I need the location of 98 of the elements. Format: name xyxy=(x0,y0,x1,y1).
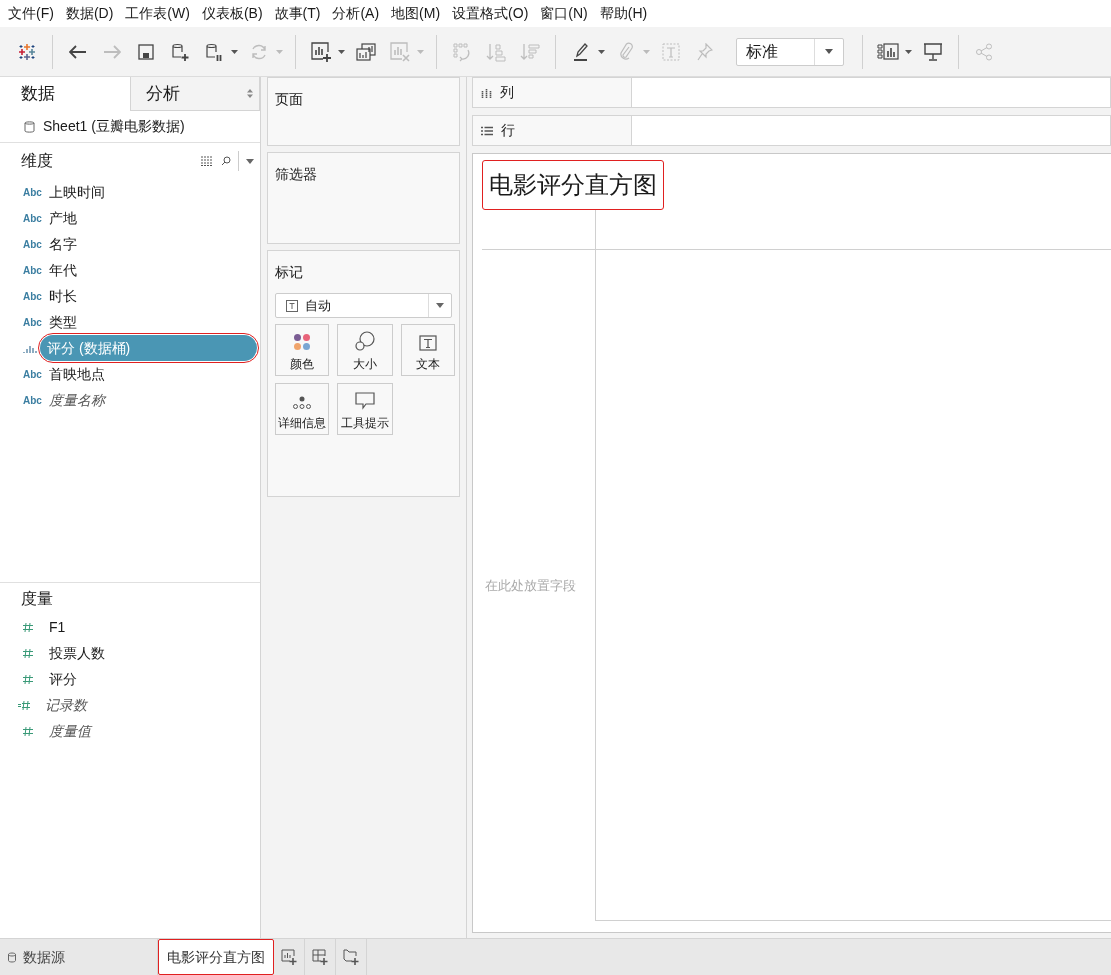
field-item[interactable]: 首映地点 xyxy=(49,363,105,385)
caret-icon xyxy=(825,49,833,54)
string-type-label: Abc xyxy=(23,393,43,408)
clear-chart-icon xyxy=(390,41,410,62)
logo-icon xyxy=(17,41,37,62)
field-item[interactable]: 类型 xyxy=(49,311,77,333)
size-circles-icon xyxy=(355,331,375,351)
paperclip-icon xyxy=(619,41,633,62)
rows-icon xyxy=(481,125,493,136)
menu-item[interactable]: 数据(D) xyxy=(59,3,120,24)
refresh-icon xyxy=(250,42,268,61)
menu-item[interactable]: 帮助(H) xyxy=(593,3,654,24)
show-me-icon xyxy=(877,42,899,61)
mark-property-button[interactable]: 详细信息 xyxy=(275,383,329,435)
drop-hint: 在此处放置字段 xyxy=(485,576,576,595)
field-item[interactable]: 年代 xyxy=(49,259,77,281)
data-source-name[interactable]: Sheet1 (豆瓣电影数据) xyxy=(43,116,185,137)
caret-icon[interactable] xyxy=(338,49,345,54)
search-icon[interactable] xyxy=(221,156,231,166)
duplicate-chart-icon xyxy=(356,42,376,61)
new-chart-icon xyxy=(311,41,331,62)
new-dashboard-icon xyxy=(312,949,328,965)
field-item[interactable]: F1 xyxy=(49,616,66,638)
string-type-label: Abc xyxy=(23,315,43,330)
string-type-label: Abc xyxy=(23,289,43,304)
field-item[interactable]: 名字 xyxy=(49,233,77,255)
back-arrow-icon xyxy=(69,44,87,59)
caret-icon[interactable] xyxy=(246,158,254,164)
string-type-label: Abc xyxy=(23,185,43,200)
menu-item[interactable]: 仪表板(B) xyxy=(195,3,269,24)
database-icon xyxy=(8,951,16,963)
pause-database-icon xyxy=(205,41,223,62)
text-mark-icon xyxy=(286,299,298,312)
text-box-icon xyxy=(662,42,680,61)
number-icon xyxy=(22,621,34,633)
card-title: 页面 xyxy=(275,91,303,107)
forward-arrow-icon xyxy=(103,44,121,59)
new-worksheet-icon xyxy=(281,949,297,965)
menu-item[interactable]: 故事(T) xyxy=(268,3,327,24)
field-item[interactable]: 上映时间 xyxy=(49,181,105,203)
caret-icon[interactable] xyxy=(231,49,238,54)
field-item[interactable]: 度量值 xyxy=(49,720,91,742)
shelf-label: 列 xyxy=(472,77,632,108)
section-title: 维度 xyxy=(21,151,54,171)
number-icon xyxy=(22,725,34,737)
section-title: 度量 xyxy=(21,589,53,609)
fit-dropdown[interactable]: 标准 xyxy=(736,37,844,66)
menu-item[interactable]: 窗口(N) xyxy=(534,3,594,24)
menu-item[interactable]: 设置格式(O) xyxy=(446,3,535,24)
speech-bubble-icon xyxy=(355,392,375,410)
caret-icon xyxy=(436,303,444,308)
sort-ascending-icon xyxy=(486,41,506,62)
string-type-label: Abc xyxy=(23,237,43,252)
menu-item[interactable]: 工作表(W) xyxy=(119,3,196,24)
field-item[interactable]: 时长 xyxy=(49,285,77,307)
mark-property-button[interactable]: 大小 xyxy=(337,324,393,376)
save-icon xyxy=(138,43,154,60)
text-mark-icon xyxy=(419,335,437,351)
presentation-icon xyxy=(923,41,943,62)
field-item[interactable]: 度量名称 xyxy=(49,389,105,411)
database-icon xyxy=(24,119,35,134)
menu-item[interactable]: 地图(M) xyxy=(385,3,447,24)
pane-tab[interactable]: 分析 xyxy=(130,77,260,111)
caret-icon[interactable] xyxy=(598,49,605,54)
caret-icon[interactable] xyxy=(905,49,912,54)
columns-icon xyxy=(481,87,492,98)
sheet-tab[interactable]: 电影评分直方图 xyxy=(158,939,274,975)
string-type-label: Abc xyxy=(23,367,43,382)
string-type-label: Abc xyxy=(23,211,43,226)
number-icon xyxy=(22,673,34,685)
menu-item[interactable]: 文件(F) xyxy=(2,3,60,24)
shelf-label: 行 xyxy=(472,115,632,146)
pin-icon xyxy=(697,42,713,61)
list-view-icon[interactable] xyxy=(201,156,213,166)
highlighter-icon xyxy=(573,41,589,62)
field-item[interactable]: 记录数 xyxy=(45,694,87,716)
field-item[interactable]: 投票人数 xyxy=(49,642,105,664)
bin-icon xyxy=(23,343,37,353)
detail-dots-icon xyxy=(292,396,312,410)
share-icon xyxy=(975,42,993,61)
field-item[interactable]: 产地 xyxy=(49,207,77,229)
view-title: 电影评分直方图 xyxy=(482,160,664,210)
string-type-label: Abc xyxy=(23,263,43,278)
swap-axes-icon xyxy=(452,41,472,62)
card-title: 筛选器 xyxy=(275,166,317,182)
color-dots-icon xyxy=(293,333,311,351)
sort-descending-icon xyxy=(520,41,540,62)
field-item[interactable]: 评分 xyxy=(49,668,77,690)
add-database-icon xyxy=(171,41,189,62)
mark-type-dropdown[interactable]: 自动 xyxy=(275,293,452,318)
card-title: 标记 xyxy=(275,264,303,280)
mark-property-button[interactable]: 工具提示 xyxy=(337,383,393,435)
mark-property-button[interactable]: 颜色 xyxy=(275,324,329,376)
sort-arrows-icon xyxy=(247,89,253,98)
menu-item[interactable]: 分析(A) xyxy=(326,3,386,24)
new-story-icon xyxy=(343,949,359,965)
number-icon xyxy=(22,647,34,659)
mark-property-button[interactable]: 文本 xyxy=(401,324,455,376)
